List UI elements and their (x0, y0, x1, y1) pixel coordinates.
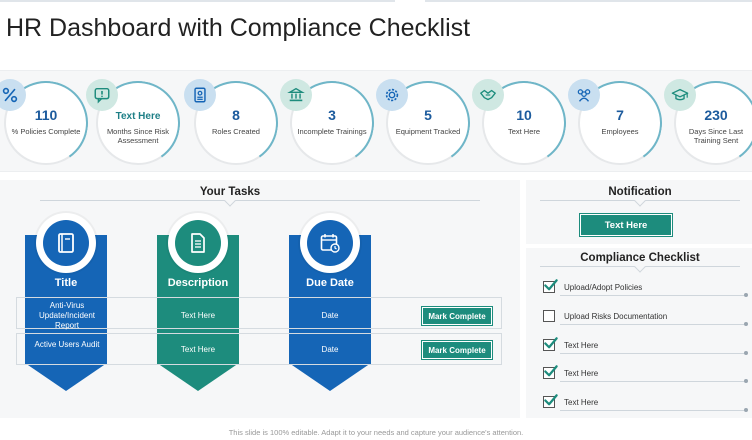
alert-icon (86, 79, 118, 111)
divider (560, 295, 744, 296)
checklist-item[interactable]: Upload Risks Documentation (543, 309, 667, 323)
stat-card-training-sent: 230 Days Since Last Training Sent (664, 74, 752, 172)
checklist-panel (526, 248, 752, 418)
checklist-label: Text Here (564, 368, 599, 378)
column-header: Description (167, 277, 229, 289)
task-description: Text Here (180, 311, 216, 320)
stat-value: Text Here (115, 111, 161, 122)
column-header: Title (54, 277, 78, 289)
divider-dot (744, 379, 748, 383)
column-header: Due Date (306, 277, 354, 289)
notebook-icon (36, 213, 96, 273)
notification-button[interactable]: Text Here (580, 214, 672, 236)
divider (560, 410, 744, 411)
checklist-item[interactable]: Text Here (543, 365, 599, 380)
document-icon (168, 213, 228, 273)
stat-card-trainings: 3 Incomplete Trainings (280, 74, 381, 172)
divider-dot (744, 322, 748, 326)
slide: HR Dashboard with Compliance Checklist 1… (0, 0, 752, 440)
stat-label: Equipment Tracked (395, 127, 461, 136)
stat-value: 3 (328, 107, 336, 123)
task-description: Text Here (180, 345, 216, 354)
checklist-label: Text Here (564, 397, 599, 407)
stat-label: Incomplete Trainings (297, 127, 367, 136)
checkbox-checked[interactable] (543, 365, 558, 379)
checkbox-checked[interactable] (543, 337, 558, 351)
task-title: Active Users Audit (34, 340, 100, 349)
divider-dot (744, 293, 748, 297)
checklist-item[interactable]: Upload/Adopt Policies (543, 279, 643, 294)
stat-value: 230 (704, 107, 728, 123)
stat-value: 110 (34, 107, 58, 123)
stat-card-employees: 7 Employees (568, 74, 669, 172)
checklist-label: Upload Risks Documentation (564, 311, 668, 321)
task-title: Anti-Virus Update/Incident Report (38, 301, 96, 330)
stat-label: Days Since Last Training Sent (688, 127, 744, 145)
checklist-label: Upload/Adopt Policies (564, 282, 643, 292)
mark-complete-button[interactable]: Mark Complete (422, 307, 492, 325)
stat-card-roles: 8 Roles Created (184, 74, 285, 172)
top-divider (0, 0, 752, 2)
stat-card-text: 10 Text Here (472, 74, 573, 172)
checkbox-checked[interactable] (543, 394, 558, 408)
divider (560, 324, 744, 325)
checklist-item[interactable]: Text Here (543, 337, 599, 352)
checkbox-checked[interactable] (543, 279, 558, 293)
task-due: Date (321, 345, 339, 354)
stat-card-equipment: 5 Equipment Tracked (376, 74, 477, 172)
footer-note: This slide is 100% editable. Adapt it to… (228, 428, 524, 437)
checklist-label: Text Here (564, 340, 599, 350)
divider (40, 200, 480, 201)
checkbox-unchecked[interactable] (543, 310, 555, 322)
stat-label: Roles Created (212, 127, 260, 136)
stats-strip: 110 % Policies Complete Text Here Months… (0, 70, 752, 172)
stat-card-risk: Text Here Months Since Risk Assessment (86, 74, 187, 172)
stat-label: Employees (601, 127, 639, 136)
stat-value: 7 (616, 107, 624, 123)
divider-dot (744, 408, 748, 412)
stat-label: % Policies Complete (11, 127, 81, 136)
mark-complete-button[interactable]: Mark Complete (422, 341, 492, 359)
stat-card-policies: 110 % Policies Complete (0, 74, 95, 172)
checklist-item[interactable]: Text Here (543, 394, 599, 409)
divider (560, 381, 744, 382)
task-due: Date (321, 311, 339, 320)
page-title: HR Dashboard with Compliance Checklist (6, 14, 471, 42)
stat-value: 10 (516, 107, 532, 123)
stat-label: Months Since Risk Assessment (106, 127, 170, 145)
stat-value: 8 (232, 107, 240, 123)
stat-value: 5 (424, 107, 432, 123)
stat-label: Text Here (507, 127, 541, 136)
divider-dot (744, 351, 748, 355)
divider (560, 353, 744, 354)
calendar-clock-icon (300, 213, 360, 273)
